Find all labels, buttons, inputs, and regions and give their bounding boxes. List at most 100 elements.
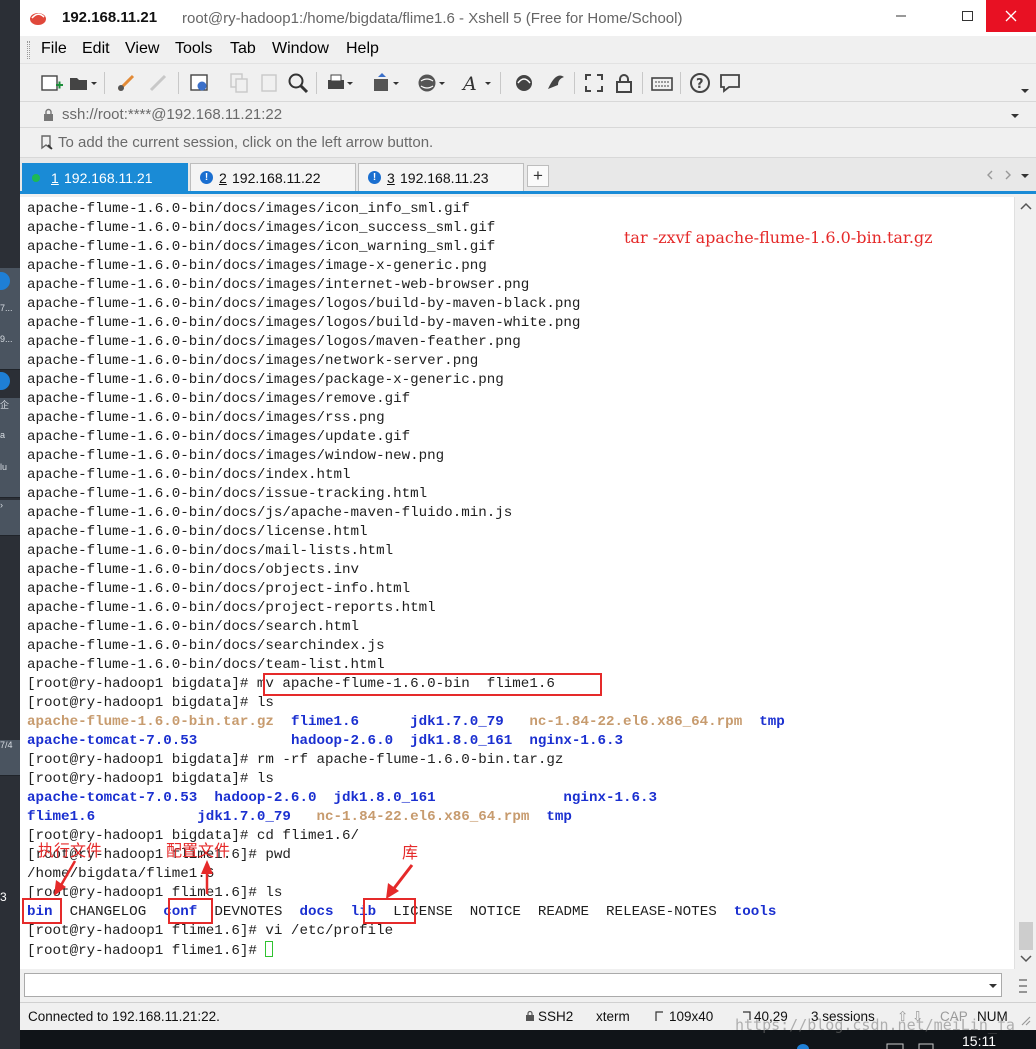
lock-button[interactable] <box>612 71 636 95</box>
xshell-window: 192.168.11.21 root@ry-hadoop1:/home/bigd… <box>20 0 1036 1049</box>
help-button[interactable]: ? <box>688 71 712 95</box>
keyboard-button[interactable] <box>650 71 674 95</box>
desktop-item: 7/4 <box>0 740 20 776</box>
warning-icon: ! <box>368 171 381 184</box>
add-tab-button[interactable]: + <box>527 165 549 187</box>
new-session-icon <box>41 75 63 91</box>
resize-grip-icon[interactable] <box>1018 1013 1032 1027</box>
chevron-down-icon[interactable] <box>1020 172 1030 180</box>
transfer-button[interactable] <box>370 71 400 95</box>
globe-icon <box>418 74 445 92</box>
desktop-item: 9... <box>0 334 20 370</box>
terminal-output[interactable]: apache-flume-1.6.0-bin/docs/images/icon_… <box>20 197 1014 969</box>
resize-icon <box>655 1011 663 1021</box>
paste-button[interactable] <box>258 71 282 95</box>
session-address[interactable]: ssh://root:****@192.168.11.21:22 <box>62 106 282 123</box>
speech-bubble-icon <box>720 74 740 93</box>
arrow-to-conf <box>201 860 213 894</box>
chevron-down-icon[interactable] <box>1010 112 1020 120</box>
toolbar-overflow-button[interactable] <box>1020 82 1030 100</box>
desktop-label: 3 <box>0 890 7 904</box>
maximize-button[interactable] <box>944 0 990 32</box>
session-hint-bar: To add the current session, click on the… <box>20 128 1036 158</box>
toolbar-separator <box>104 72 105 94</box>
menu-file[interactable]: File <box>41 40 67 58</box>
close-icon <box>1005 10 1017 22</box>
window-title-host: 192.168.11.21 <box>62 9 158 26</box>
bookmark-arrow-icon[interactable] <box>40 135 54 151</box>
properties-button[interactable] <box>188 71 214 95</box>
desktop-item: a <box>0 430 20 466</box>
disconnect-button[interactable] <box>146 71 170 95</box>
tab-number: 1 <box>51 170 59 186</box>
annotation-arrows <box>54 860 414 899</box>
tray-keyboard-icon[interactable] <box>886 1042 904 1049</box>
terminal-scrollbar[interactable] <box>1014 197 1036 969</box>
tab-label: 192.168.11.21 <box>64 170 153 186</box>
maximize-icon <box>962 11 973 21</box>
tray-app-icon[interactable] <box>796 1042 810 1049</box>
tab-session-1[interactable]: 1 192.168.11.21 <box>22 163 188 191</box>
taskbar-clock[interactable]: 15:11 <box>962 1033 996 1049</box>
toolbar-separator <box>574 72 575 94</box>
toolbar-separator <box>316 72 317 94</box>
print-button[interactable] <box>324 71 354 95</box>
connection-status: Connected to 192.168.11.21:22. <box>28 1009 220 1024</box>
minimize-button[interactable] <box>878 0 924 32</box>
browser-icon <box>0 372 10 390</box>
transfer-icon <box>374 73 399 91</box>
highlight-conf <box>168 898 213 924</box>
chevron-down-icon[interactable] <box>988 982 998 990</box>
menu-tab[interactable]: Tab <box>230 40 256 58</box>
help-icon: ? <box>690 73 710 93</box>
xmanager-button[interactable] <box>544 71 568 95</box>
font-icon: A <box>461 73 491 95</box>
xftp-icon <box>516 75 532 91</box>
printer-icon <box>328 74 353 89</box>
menu-view[interactable]: View <box>125 40 159 58</box>
arrow-to-lib <box>386 864 414 899</box>
menu-dots-icon[interactable] <box>1016 977 1030 995</box>
xftp-button[interactable] <box>512 71 536 95</box>
close-button[interactable] <box>986 0 1036 32</box>
fullscreen-button[interactable] <box>582 71 606 95</box>
toolbar-separator <box>178 72 179 94</box>
desktop-background: 7... 9... 企 a lu › 7/4 3 <box>0 0 20 1049</box>
highlight-lib <box>363 898 416 924</box>
address-bar[interactable]: ssh://root:****@192.168.11.21:22 <box>20 102 1036 128</box>
open-button[interactable] <box>68 71 98 95</box>
compose-input[interactable] <box>24 973 1002 997</box>
connected-status-icon <box>32 174 40 182</box>
menu-grip <box>27 41 30 59</box>
connect-button[interactable] <box>114 71 138 95</box>
title-bar[interactable]: 192.168.11.21 root@ry-hadoop1:/home/bigd… <box>20 0 1036 36</box>
menu-tools[interactable]: Tools <box>175 40 212 58</box>
font-button[interactable]: A <box>460 71 492 95</box>
menu-edit[interactable]: Edit <box>82 40 110 58</box>
search-icon <box>288 73 309 94</box>
desktop-expand-arrow: › <box>0 500 20 536</box>
scrollbar-thumb[interactable] <box>1019 922 1033 950</box>
tab-number: 3 <box>387 170 395 186</box>
scroll-down-icon[interactable] <box>1020 955 1032 963</box>
find-button[interactable] <box>286 71 310 95</box>
scroll-up-icon[interactable] <box>1020 202 1032 210</box>
xmanager-icon <box>548 75 564 89</box>
warning-icon: ! <box>200 171 213 184</box>
arrow-to-bin <box>54 860 77 896</box>
globe-button[interactable] <box>416 71 446 95</box>
tray-display-icon[interactable] <box>918 1042 936 1049</box>
terminal-type-status: xterm <box>596 1009 630 1024</box>
tab-scroll-arrows-icon[interactable] <box>986 170 1016 180</box>
copy-button[interactable] <box>228 71 252 95</box>
protocol-status: SSH2 <box>538 1009 574 1024</box>
window-title: root@ry-hadoop1:/home/bigdata/flime1.6 -… <box>182 10 683 27</box>
lock-icon <box>44 108 53 121</box>
tab-session-2[interactable]: ! 2 192.168.11.22 <box>190 163 356 191</box>
menu-window[interactable]: Window <box>272 40 329 58</box>
tab-session-3[interactable]: ! 3 192.168.11.23 <box>358 163 524 191</box>
toolbar-separator <box>680 72 681 94</box>
feedback-button[interactable] <box>718 71 742 95</box>
new-session-button[interactable] <box>40 71 64 95</box>
menu-help[interactable]: Help <box>346 40 379 58</box>
